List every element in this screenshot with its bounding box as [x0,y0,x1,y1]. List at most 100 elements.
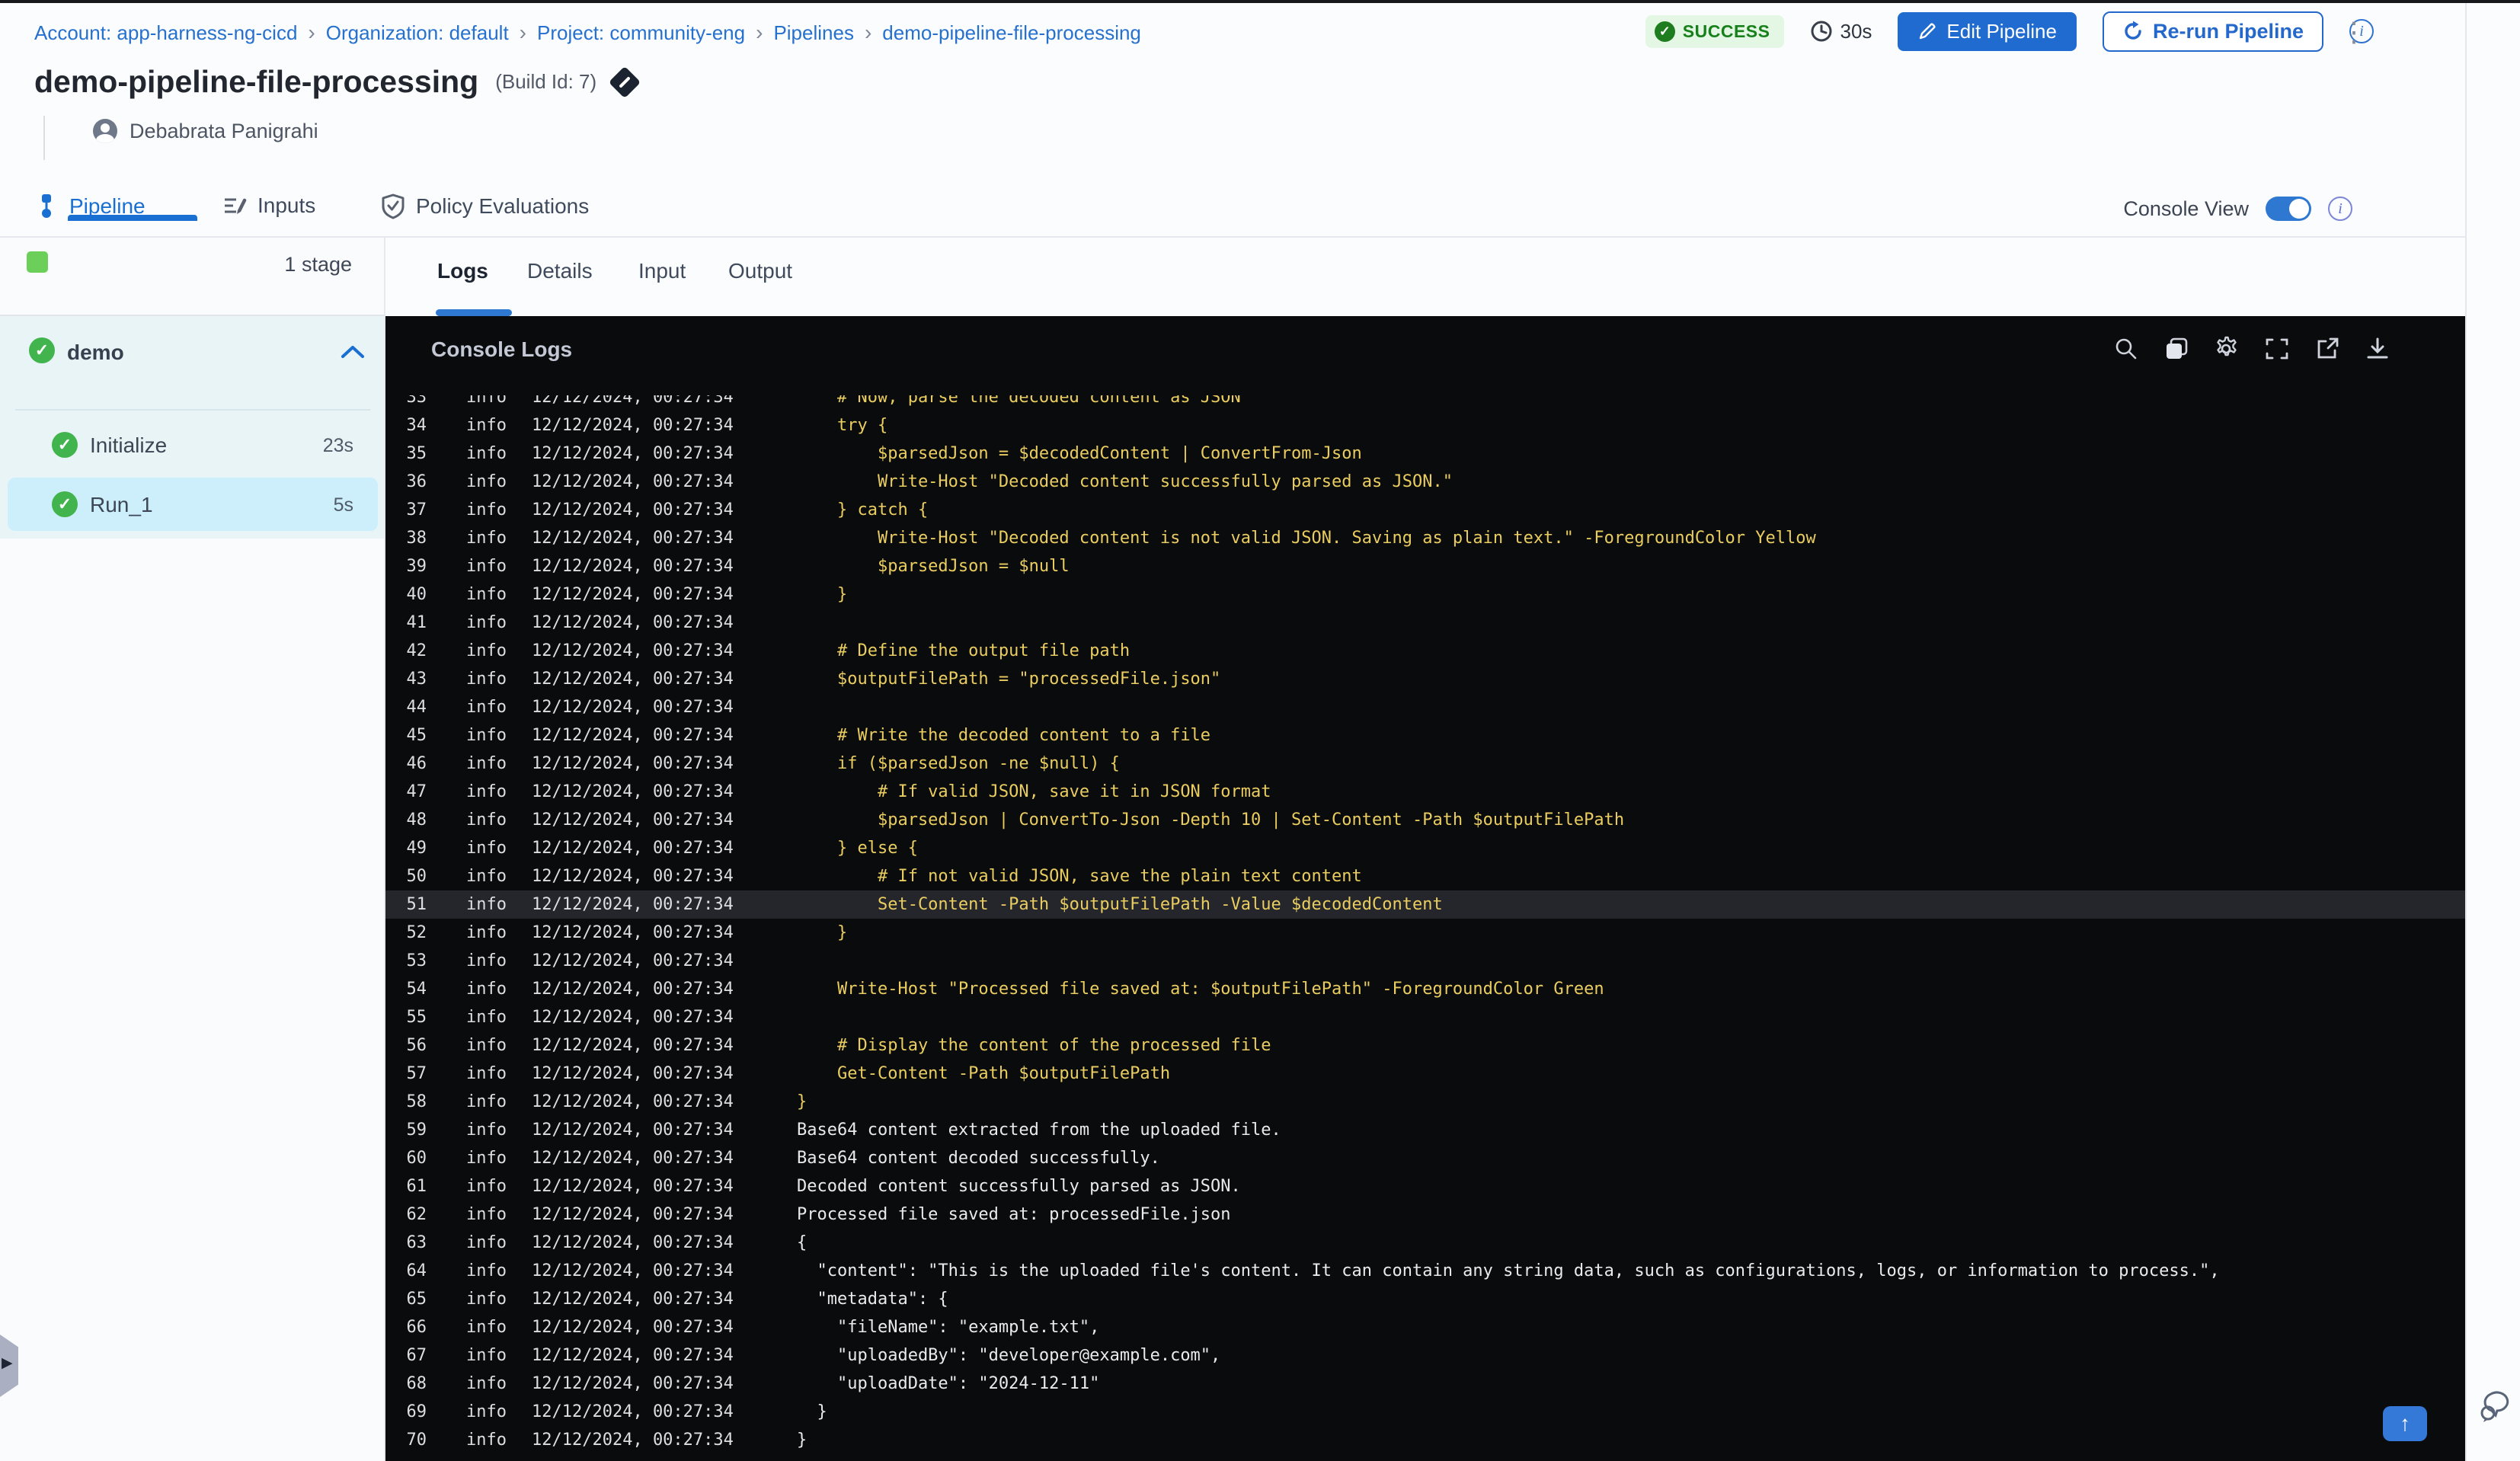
log-line-59[interactable]: 59 info 12/12/2024, 00:27:34 Base64 content… [385,1116,2465,1144]
stage-group-name: demo [67,340,124,364]
edit-pipeline-label: Edit Pipeline [1946,19,2057,43]
log-line-46[interactable]: 46 info 12/12/2024, 00:27:34 if ($parsedJs… [385,750,2465,778]
tab-input[interactable]: Input [638,259,686,283]
log-line-55[interactable]: 55 info 12/12/2024, 00:27:34 [385,1003,2465,1031]
log-timestamp: 12/12/2024, 00:27:34 [532,1177,734,1196]
log-line-67[interactable]: 67 info 12/12/2024, 00:27:34 "uploadedBy":… [385,1341,2465,1370]
breadcrumb-link[interactable]: demo-pipeline-file-processing [882,21,1141,45]
fullscreen-icon[interactable] [2263,334,2291,363]
log-line-53[interactable]: 53 info 12/12/2024, 00:27:34 [385,947,2465,975]
log-line-68[interactable]: 68 info 12/12/2024, 00:27:34 "uploadDate":… [385,1370,2465,1398]
log-timestamp: 12/12/2024, 00:27:34 [532,585,734,604]
log-line-51[interactable]: 51 info 12/12/2024, 00:27:34 Set-Content -… [385,890,2465,919]
tab-logs[interactable]: Logs [437,259,488,283]
log-line-number: 57 [406,1064,427,1083]
log-line-52[interactable]: 52 info 12/12/2024, 00:27:34 } [385,919,2465,947]
log-timestamp: 12/12/2024, 00:27:34 [532,698,734,717]
log-line-number: 36 [406,472,427,491]
log-line-65[interactable]: 65 info 12/12/2024, 00:27:34 "metadata": { [385,1285,2465,1313]
log-line-44[interactable]: 44 info 12/12/2024, 00:27:34 [385,693,2465,721]
log-line-60[interactable]: 60 info 12/12/2024, 00:27:34 Base64 content… [385,1144,2465,1172]
log-line-41[interactable]: 41 info 12/12/2024, 00:27:34 [385,609,2465,637]
step-name: Run_1 [90,493,153,516]
rerun-pipeline-button[interactable]: Re-run Pipeline [2102,11,2323,52]
log-line-43[interactable]: 43 info 12/12/2024, 00:27:34 $outputFilePa… [385,665,2465,693]
stage-count: 1 stage [284,253,352,276]
tab-inputs[interactable]: Inputs [222,193,315,218]
step-name: Initialize [90,433,168,457]
log-line-number: 42 [406,641,427,660]
log-message: { [797,1233,807,1252]
scroll-to-top-button[interactable]: ↑ [2383,1406,2427,1441]
open-in-new-icon[interactable] [2313,334,2342,363]
step-initialize[interactable]: ✓ Initialize 23s [8,418,378,472]
breadcrumb-link[interactable]: Project: community-eng [537,21,745,45]
log-line-37[interactable]: 37 info 12/12/2024, 00:27:34 } catch { [385,496,2465,524]
log-timestamp: 12/12/2024, 00:27:34 [532,1318,734,1337]
more-options-kebab-icon[interactable]: ⋮ [2340,17,2368,47]
tab-output[interactable]: Output [728,259,792,283]
log-line-number: 43 [406,670,427,689]
log-line-35[interactable]: 35 info 12/12/2024, 00:27:34 $parsedJson =… [385,440,2465,468]
console-view-info-icon[interactable]: i [2328,197,2352,221]
download-icon[interactable] [2363,334,2392,363]
clock-icon [1811,21,1831,42]
log-line-56[interactable]: 56 info 12/12/2024, 00:27:34 # Display the… [385,1031,2465,1060]
log-line-58[interactable]: 58 info 12/12/2024, 00:27:34} [385,1088,2465,1116]
tab-policy-evaluations[interactable]: Policy Evaluations [381,193,589,219]
log-line-42[interactable]: 42 info 12/12/2024, 00:27:34 # Define the … [385,637,2465,665]
log-line-66[interactable]: 66 info 12/12/2024, 00:27:34 "fileName": "… [385,1313,2465,1341]
log-line-36[interactable]: 36 info 12/12/2024, 00:27:34 Write-Host "D… [385,468,2465,496]
log-line-62[interactable]: 62 info 12/12/2024, 00:27:34 Processed file… [385,1200,2465,1229]
breadcrumb-link[interactable]: Pipelines [773,21,854,45]
search-icon[interactable] [2112,334,2141,363]
log-line-33[interactable]: 33 info 12/12/2024, 00:27:34 # Now, parse … [385,395,2465,411]
log-timestamp: 12/12/2024, 00:27:34 [532,1036,734,1055]
log-message: $parsedJson = $decodedContent | ConvertF… [797,444,1362,463]
edit-pipeline-button[interactable]: Edit Pipeline [1898,11,2077,51]
log-line-40[interactable]: 40 info 12/12/2024, 00:27:34 } [385,580,2465,609]
help-chat-icon[interactable] [2476,1388,2514,1426]
step-success-check-icon: ✓ [52,491,78,517]
step-run-1[interactable]: ✓ Run_1 5s [8,478,378,531]
log-message: Base64 content decoded successfully. [797,1149,1160,1168]
log-line-57[interactable]: 57 info 12/12/2024, 00:27:34 Get-Content -… [385,1060,2465,1088]
status-check-icon: ✓ [1654,21,1675,42]
log-line-39[interactable]: 39 info 12/12/2024, 00:27:34 $parsedJson =… [385,552,2465,580]
log-line-61[interactable]: 61 info 12/12/2024, 00:27:34 Decoded conten… [385,1172,2465,1200]
breadcrumb-link[interactable]: Organization: default [326,21,509,45]
log-line-49[interactable]: 49 info 12/12/2024, 00:27:34 } else { [385,834,2465,862]
copy-icon[interactable] [2162,334,2191,363]
breadcrumb-link[interactable]: Account: app-harness-ng-cicd [34,21,297,45]
log-line-38[interactable]: 38 info 12/12/2024, 00:27:34 Write-Host "D… [385,524,2465,552]
chevron-up-icon[interactable] [340,344,366,360]
tab-details[interactable]: Details [527,259,593,283]
log-timestamp: 12/12/2024, 00:27:34 [532,1402,734,1421]
log-line-54[interactable]: 54 info 12/12/2024, 00:27:34 Write-Host "P… [385,975,2465,1003]
stage-group-demo[interactable]: ✓ demo [0,316,384,409]
log-line-number: 41 [406,613,427,632]
log-line-34[interactable]: 34 info 12/12/2024, 00:27:34 try { [385,411,2465,440]
log-line-45[interactable]: 45 info 12/12/2024, 00:27:34 # Write the d… [385,721,2465,750]
log-line-48[interactable]: 48 info 12/12/2024, 00:27:34 $parsedJson |… [385,806,2465,834]
log-timestamp: 12/12/2024, 00:27:34 [532,1233,734,1252]
page-title: demo-pipeline-file-processing [34,64,479,99]
log-line-64[interactable]: 64 info 12/12/2024, 00:27:34 "content": "T… [385,1257,2465,1285]
breadcrumb-separator-icon: › [308,21,315,44]
console-view-toggle[interactable] [2266,197,2311,221]
tab-pipeline[interactable]: Pipeline [34,193,197,221]
log-timestamp: 12/12/2024, 00:27:34 [532,613,734,632]
log-line-70[interactable]: 70 info 12/12/2024, 00:27:34} [385,1426,2465,1454]
log-line-number: 56 [406,1036,427,1055]
breadcrumb-separator-icon: › [864,21,872,44]
stage-success-check-icon: ✓ [29,337,55,363]
duration: 30s [1810,20,1872,43]
log-line-number: 45 [406,726,427,745]
log-line-69[interactable]: 69 info 12/12/2024, 00:27:34 } [385,1398,2465,1426]
log-timestamp: 12/12/2024, 00:27:34 [532,895,734,914]
log-line-50[interactable]: 50 info 12/12/2024, 00:27:34 # If not vali… [385,862,2465,890]
log-timestamp: 12/12/2024, 00:27:34 [532,754,734,773]
log-line-63[interactable]: 63 info 12/12/2024, 00:27:34 { [385,1229,2465,1257]
settings-gear-icon[interactable] [2212,334,2241,363]
log-line-47[interactable]: 47 info 12/12/2024, 00:27:34 # If valid JS… [385,778,2465,806]
